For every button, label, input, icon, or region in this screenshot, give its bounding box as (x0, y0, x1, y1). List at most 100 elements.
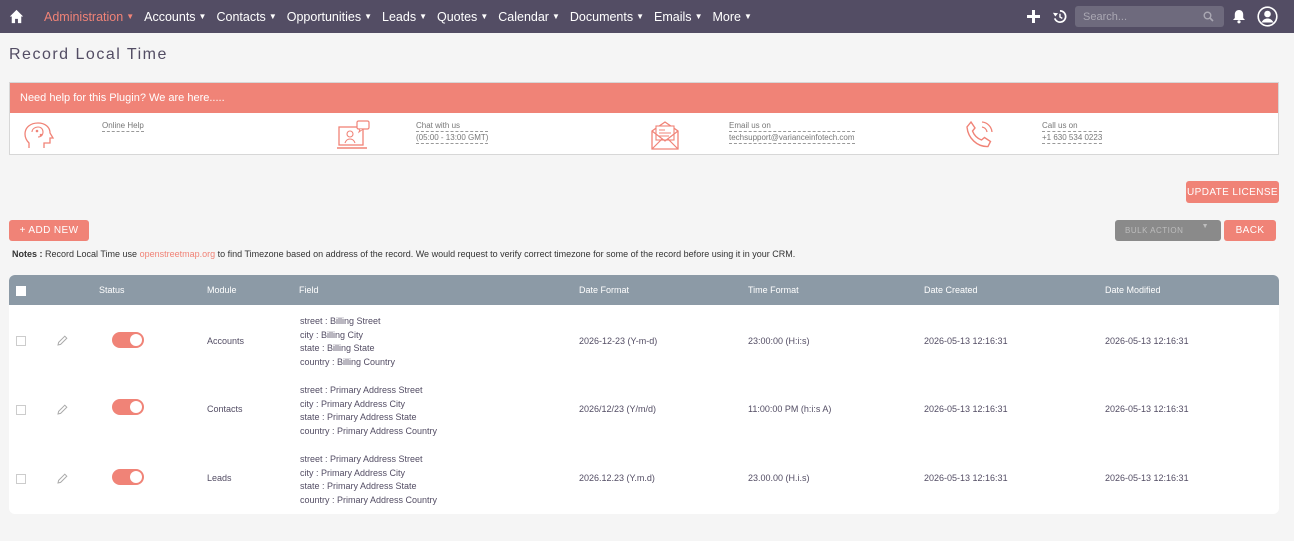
field-line: country : Primary Address Country (300, 494, 438, 505)
top-navbar: Administration ▼ Accounts ▼ Contacts ▼ Oppo… (0, 0, 1294, 33)
field-line: state : Billing State (300, 343, 375, 353)
notes-text: Notes : Record Local Time use openstreet… (12, 249, 795, 259)
date-created-cell: 2026-05-13 12:16:31 (924, 404, 1008, 414)
notes-label: Notes : (12, 249, 43, 259)
history-icon[interactable] (1052, 9, 1067, 24)
time-format-cell: 23.00.00 (H.i.s) (748, 473, 810, 483)
menu-label: Quotes (437, 9, 478, 24)
records-table: Status Module Field Date Format Time For… (9, 275, 1279, 514)
header-module[interactable]: Module (207, 275, 237, 305)
row-checkbox[interactable] (16, 474, 26, 484)
openstreetmap-link[interactable]: openstreetmap.org (140, 249, 216, 259)
notes-text-after: to find Timezone based on address of the… (215, 249, 796, 259)
header-date-format[interactable]: Date Format (579, 275, 629, 305)
support-email-link[interactable]: techsupport@varianceinfotech.com (729, 132, 855, 144)
notes-text-before: Record Local Time use (42, 249, 140, 259)
field-cell: street : Billing Street city : Billing C… (300, 315, 395, 369)
select-all-checkbox[interactable] (16, 286, 26, 296)
chat-hours[interactable]: (05:00 - 13:00 GMT) (416, 132, 489, 144)
online-help[interactable]: Online Help (102, 120, 144, 132)
help-panel: Need help for this Plugin? We are here..… (9, 82, 1279, 155)
pencil-icon[interactable] (57, 404, 68, 415)
email-help[interactable]: Email us on techsupport@varianceinfotech.… (729, 120, 855, 144)
bulk-action-dropdown[interactable]: BULK ACTION ▼ (1115, 220, 1221, 241)
chevron-down-icon: ▼ (364, 12, 373, 21)
bell-icon[interactable] (1232, 9, 1246, 24)
chat-label: Chat with us (416, 120, 489, 132)
menu-calendar[interactable]: Calendar ▼ (498, 10, 560, 24)
menu-opportunities[interactable]: Opportunities ▼ (287, 10, 372, 24)
status-toggle[interactable] (112, 399, 144, 415)
date-modified-cell: 2026-05-13 12:16:31 (1105, 404, 1189, 414)
email-icon (651, 121, 679, 150)
status-toggle[interactable] (112, 332, 144, 348)
field-line: street : Billing Street (300, 316, 381, 326)
brain-icon (24, 122, 55, 148)
menu-administration[interactable]: Administration ▼ (44, 10, 134, 24)
module-cell: Contacts (207, 404, 243, 414)
date-format-cell: 2026-12-23 (Y-m-d) (579, 336, 658, 346)
menu-more[interactable]: More ▼ (712, 10, 751, 24)
date-created-cell: 2026-05-13 12:16:31 (924, 473, 1008, 483)
menu-leads[interactable]: Leads ▼ (382, 10, 427, 24)
row-checkbox[interactable] (16, 336, 26, 346)
menu-label: Calendar (498, 9, 549, 24)
update-license-button[interactable]: UPDATE LICENSE (1186, 181, 1279, 203)
page-title: Record Local Time (9, 46, 168, 63)
field-line: city : Primary Address City (300, 398, 406, 409)
chevron-down-icon: ▼ (694, 12, 703, 21)
menu-label: Leads (382, 9, 417, 24)
menu-label: Contacts (216, 9, 266, 24)
header-field[interactable]: Field (299, 275, 319, 305)
chevron-down-icon: ▼ (743, 12, 752, 21)
chevron-down-icon: ▼ (268, 12, 277, 21)
pencil-icon[interactable] (57, 335, 68, 346)
phone-label: Call us on (1042, 120, 1103, 132)
bulk-action-label: BULK ACTION (1125, 226, 1184, 235)
phone-number-link[interactable]: +1 630 534 0223 (1042, 132, 1103, 144)
add-new-button[interactable]: + ADD NEW (9, 220, 89, 241)
user-avatar-icon[interactable] (1257, 6, 1278, 27)
chat-help[interactable]: Chat with us (05:00 - 13:00 GMT) (416, 120, 489, 144)
menu-label: Administration (44, 9, 124, 24)
menu-documents[interactable]: Documents ▼ (570, 10, 644, 24)
header-date-created[interactable]: Date Created (924, 275, 978, 305)
header-status[interactable]: Status (99, 275, 125, 305)
header-date-modified[interactable]: Date Modified (1105, 275, 1161, 305)
menu-quotes[interactable]: Quotes ▼ (437, 10, 488, 24)
menu-emails[interactable]: Emails ▼ (654, 10, 702, 24)
phone-icon (966, 120, 993, 148)
field-line: country : Billing Country (300, 356, 396, 367)
menu-label: Documents (569, 9, 634, 24)
online-help-link[interactable]: Online Help (102, 120, 144, 132)
search-input[interactable] (1075, 6, 1224, 27)
toggle-knob (130, 401, 142, 413)
menu-label: Opportunities (286, 9, 362, 24)
row-checkbox[interactable] (16, 405, 26, 415)
menu-accounts[interactable]: Accounts ▼ (144, 10, 206, 24)
table-row: Accounts street : Billing Street city : … (9, 306, 1279, 375)
plus-icon[interactable] (1026, 9, 1041, 24)
date-format-cell: 2026/12/23 (Y/m/d) (579, 404, 657, 414)
header-time-format[interactable]: Time Format (748, 275, 799, 305)
field-line: state : Primary Address State (300, 412, 417, 422)
phone-help[interactable]: Call us on +1 630 534 0223 (1042, 120, 1103, 144)
table-row: Leads street : Primary Address Street ci… (9, 444, 1279, 513)
search-icon[interactable] (1203, 11, 1214, 22)
menu-contacts[interactable]: Contacts ▼ (216, 10, 276, 24)
date-modified-cell: 2026-05-13 12:16:31 (1105, 336, 1189, 346)
field-line: state : Primary Address State (300, 481, 417, 491)
time-format-cell: 11:00:00 PM (h:i:s A) (748, 404, 832, 414)
chevron-down-icon: ▼ (636, 12, 645, 21)
pencil-icon[interactable] (57, 473, 68, 484)
toggle-knob (130, 334, 142, 346)
chevron-down-icon: ▼ (198, 12, 207, 21)
table-row: Contacts street : Primary Address Street… (9, 375, 1279, 444)
time-format-cell: 23:00:00 (H:i:s) (748, 336, 810, 346)
chat-icon (337, 120, 370, 149)
field-line: country : Primary Address Country (300, 425, 438, 436)
home-icon[interactable] (7, 7, 26, 26)
field-line: street : Primary Address Street (300, 454, 423, 464)
status-toggle[interactable] (112, 469, 144, 485)
back-button[interactable]: BACK (1224, 220, 1276, 241)
